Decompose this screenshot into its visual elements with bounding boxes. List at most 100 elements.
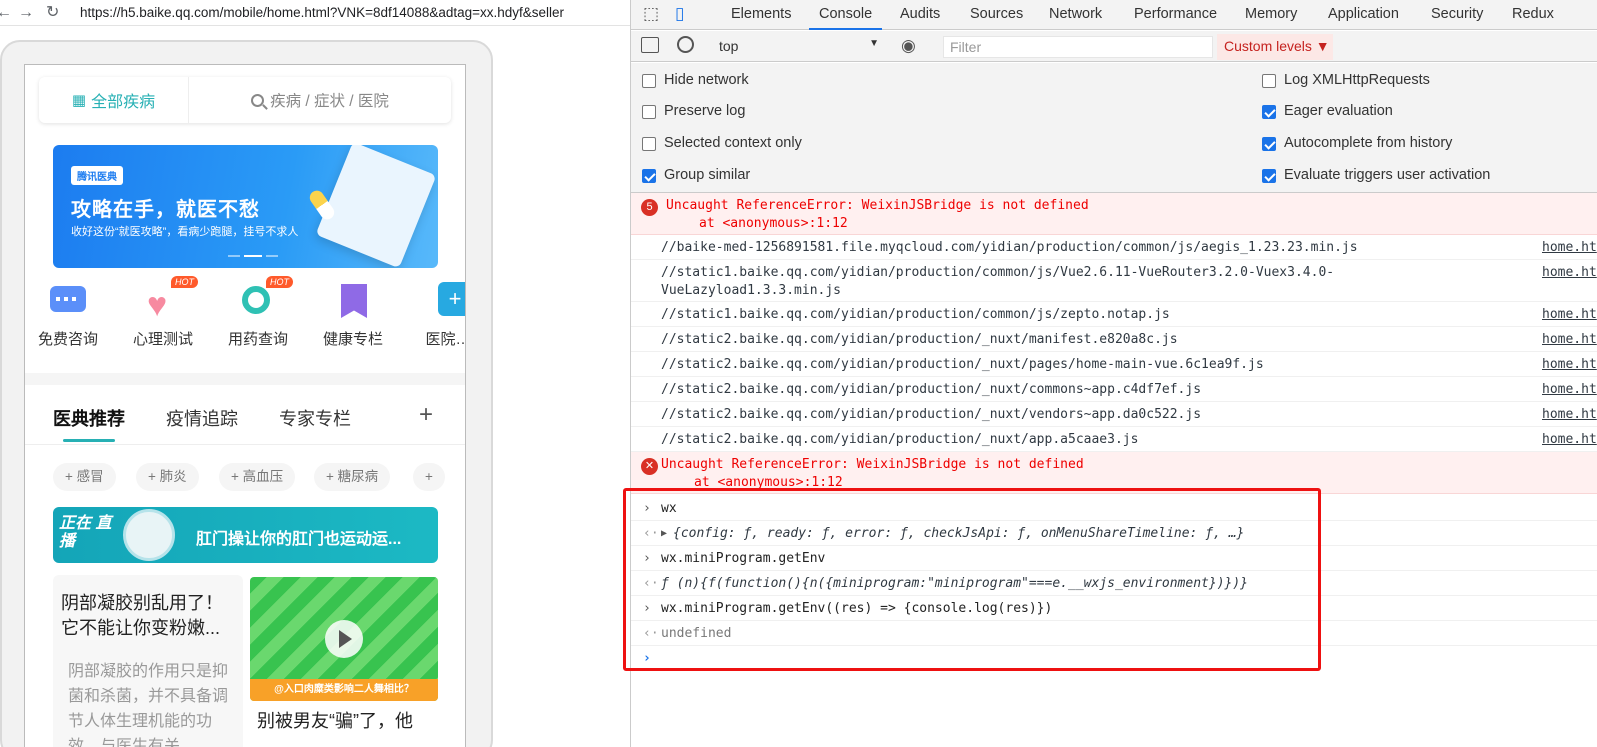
entry-hospital[interactable]: + 医院… bbox=[403, 280, 465, 349]
address-bar[interactable]: ← → ↻ https://h5.baike.qq.com/mobile/hom… bbox=[0, 0, 630, 26]
option-autocomplete[interactable]: Autocomplete from history bbox=[1262, 135, 1452, 151]
tab-console[interactable]: Console bbox=[809, 0, 883, 30]
add-tab-button[interactable]: + bbox=[419, 401, 433, 429]
article-card[interactable]: 阴部凝胶别乱用了！它不能让你变粉嫩... 阴部凝胶的作用只是抑菌和杀菌，并不具备… bbox=[53, 575, 243, 747]
input-text: wx.miniProgram.getEnv bbox=[661, 551, 826, 566]
checkbox-checked[interactable] bbox=[1262, 105, 1276, 119]
tab-redux[interactable]: Redux bbox=[1512, 0, 1554, 30]
clear-console-icon[interactable] bbox=[677, 36, 694, 53]
log-levels-dropdown[interactable]: Custom levels ▼ bbox=[1217, 34, 1333, 60]
tab-recommend[interactable]: 医典推荐 bbox=[53, 405, 125, 442]
source-link[interactable]: home.ht bbox=[1542, 306, 1597, 324]
entry-free-consult[interactable]: 免费咨询 bbox=[25, 280, 113, 349]
tab-application[interactable]: Application bbox=[1328, 0, 1399, 30]
expand-triangle-icon[interactable]: ▶ bbox=[661, 525, 667, 543]
source-link[interactable]: home.ht bbox=[1542, 356, 1597, 374]
tab-sources[interactable]: Sources bbox=[970, 0, 1023, 30]
checkbox[interactable] bbox=[642, 137, 656, 151]
sidebar-toggle-icon[interactable] bbox=[641, 37, 659, 53]
result-text[interactable]: ƒ (n){f(function(){n({miniprogram:"minip… bbox=[661, 575, 1248, 593]
tab-performance[interactable]: Performance bbox=[1134, 0, 1217, 30]
option-hide-network[interactable]: Hide network bbox=[642, 72, 749, 88]
article-title: 阴部凝胶别乱用了！它不能让你变粉嫩... bbox=[61, 593, 223, 638]
play-icon[interactable] bbox=[325, 620, 363, 658]
log-row: //static1.baike.qq.com/yidian/production… bbox=[631, 260, 1597, 302]
promo-banner[interactable]: 腾讯医典 攻略在手，就医不愁 收好这份“就医攻略”，看病少跑腿，挂号不求人 bbox=[53, 145, 438, 268]
checkbox-checked[interactable] bbox=[1262, 169, 1276, 183]
video-thumbnail[interactable]: @入口肉糜类影响二人舞相比？ bbox=[250, 577, 438, 701]
option-log-xhr[interactable]: Log XMLHttpRequests bbox=[1262, 72, 1430, 88]
checkbox-checked[interactable] bbox=[642, 169, 656, 183]
source-link[interactable]: home.ht bbox=[1542, 381, 1597, 399]
chip[interactable]: + 高血压 bbox=[219, 463, 296, 491]
reload-icon[interactable]: ↻ bbox=[46, 5, 59, 21]
checkbox[interactable] bbox=[642, 105, 656, 119]
doctor-avatar bbox=[123, 509, 175, 561]
eye-icon[interactable]: ◉ bbox=[901, 36, 916, 56]
script-path: //static2.baike.qq.com/yidian/production… bbox=[661, 332, 1178, 347]
entry-health-column[interactable]: 健康专栏 bbox=[308, 280, 398, 349]
quick-entry-row: 免费咨询 ♥ HOT 心理测试 HOT 用药查询 健康专栏 + 医院… bbox=[35, 276, 465, 360]
forward-icon[interactable]: → bbox=[18, 5, 34, 21]
source-link[interactable]: home.ht bbox=[1542, 264, 1597, 282]
url-text[interactable]: https://h5.baike.qq.com/mobile/home.html… bbox=[80, 5, 630, 20]
tab-memory[interactable]: Memory bbox=[1245, 0, 1297, 30]
grid-icon: ▦ bbox=[71, 92, 87, 109]
section-separator bbox=[25, 373, 465, 385]
source-link[interactable]: home.ht bbox=[1542, 331, 1597, 349]
entry-label: 健康专栏 bbox=[322, 331, 383, 348]
chip[interactable]: + bbox=[413, 463, 445, 491]
device-toolbar-icon[interactable]: ▯ bbox=[675, 0, 684, 30]
hot-badge: HOT bbox=[266, 276, 293, 288]
console-result: ‹· ƒ (n){f(function(){n({miniprogram:"min… bbox=[631, 571, 1597, 596]
script-path: //static2.baike.qq.com/yidian/production… bbox=[661, 432, 1139, 447]
tab-security[interactable]: Security bbox=[1431, 0, 1483, 30]
article-title[interactable]: 别被男友“骗”了，他 bbox=[257, 707, 413, 733]
script-path: //static2.baike.qq.com/yidian/production… bbox=[661, 382, 1202, 397]
prompt-caret-icon[interactable]: › bbox=[643, 650, 651, 668]
search-box[interactable]: 疾病 / 症状 / 医院 bbox=[189, 77, 451, 123]
chip[interactable]: + 糖尿病 bbox=[314, 463, 391, 491]
option-label: Hide network bbox=[664, 72, 749, 88]
option-preserve-log[interactable]: Preserve log bbox=[642, 103, 745, 119]
option-group-similar[interactable]: Group similar bbox=[642, 167, 750, 183]
option-eager-eval[interactable]: Eager evaluation bbox=[1262, 103, 1393, 119]
console-prompt[interactable]: › bbox=[631, 646, 1597, 671]
error-stack[interactable]: at <anonymous>:1:12 bbox=[694, 474, 843, 492]
device-screen: ▦ 全部疾病 疾病 / 症状 / 医院 腾讯医典 攻略在手，就医不愁 收好这份“… bbox=[24, 64, 466, 747]
tab-expert[interactable]: 专家专栏 bbox=[279, 405, 351, 431]
source-link[interactable]: home.ht bbox=[1542, 406, 1597, 424]
live-banner[interactable]: 正在 直播 肛门操让你的肛门也运动运... bbox=[53, 507, 438, 563]
checkbox[interactable] bbox=[642, 74, 656, 88]
source-link[interactable]: home.ht bbox=[1542, 239, 1597, 257]
tab-network[interactable]: Network bbox=[1049, 0, 1102, 30]
tab-audits[interactable]: Audits bbox=[900, 0, 940, 30]
source-link[interactable]: home.ht bbox=[1542, 431, 1597, 449]
entry-psych-test[interactable]: ♥ HOT 心理测试 bbox=[118, 276, 208, 349]
option-user-activation[interactable]: Evaluate triggers user activation bbox=[1262, 167, 1490, 183]
article-summary: 阴部凝胶的作用只是抑菌和杀菌，并不具备调节人体生理机能的功效，与医生有关 bbox=[68, 663, 229, 747]
result-text[interactable]: {config: ƒ, ready: ƒ, error: ƒ, checkJsA… bbox=[673, 525, 1244, 543]
context-selector[interactable]: top ▼ bbox=[719, 38, 879, 54]
input-text: wx bbox=[661, 501, 677, 516]
back-icon[interactable]: ← bbox=[0, 5, 12, 21]
filter-input[interactable]: Filter bbox=[943, 36, 1213, 58]
entry-label: 免费咨询 bbox=[37, 331, 98, 348]
checkbox[interactable] bbox=[1262, 74, 1276, 88]
chat-bubble-icon bbox=[48, 280, 88, 320]
mobile-emulator-pane: ← → ↻ https://h5.baike.qq.com/mobile/hom… bbox=[0, 0, 630, 747]
all-diseases-button[interactable]: ▦ 全部疾病 bbox=[39, 77, 189, 123]
tab-epidemic[interactable]: 疫情追踪 bbox=[166, 405, 238, 431]
inspect-element-icon[interactable]: ⬚ bbox=[643, 0, 659, 30]
error-stack[interactable]: at <anonymous>:1:12 bbox=[699, 215, 848, 233]
script-path: //baike-med-1256891581.file.myqcloud.com… bbox=[661, 240, 1358, 255]
chip[interactable]: + 感冒 bbox=[53, 463, 116, 491]
chip[interactable]: + 肺炎 bbox=[136, 463, 199, 491]
console-result: ‹· undefined bbox=[631, 621, 1597, 646]
option-selected-context[interactable]: Selected context only bbox=[642, 135, 802, 151]
option-label: Eager evaluation bbox=[1284, 103, 1393, 119]
entry-drug-lookup[interactable]: HOT 用药查询 bbox=[213, 276, 303, 349]
checkbox-checked[interactable] bbox=[1262, 137, 1276, 151]
tab-elements[interactable]: Elements bbox=[731, 0, 791, 30]
video-caption: @入口肉糜类影响二人舞相比？ bbox=[250, 679, 438, 701]
